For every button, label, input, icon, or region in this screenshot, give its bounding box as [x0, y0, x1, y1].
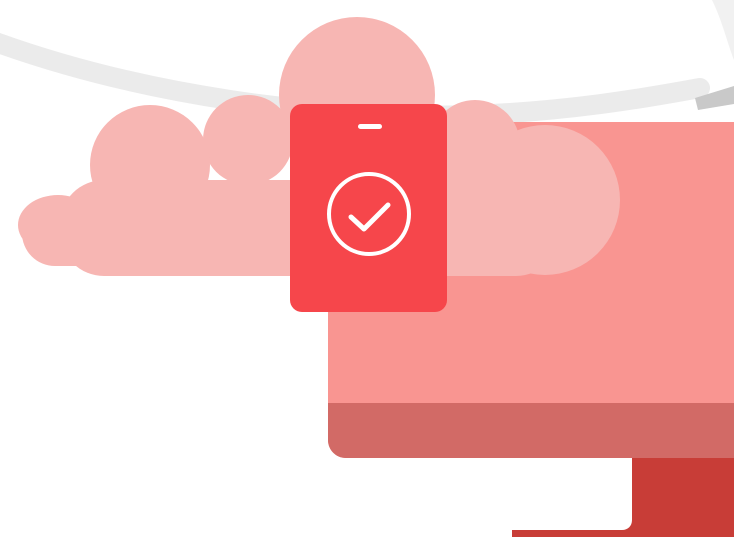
monitor-stand	[512, 455, 734, 537]
phone-speaker	[358, 124, 382, 129]
phone-icon	[290, 104, 447, 312]
illustration	[0, 0, 734, 537]
background-arc-top	[712, 0, 734, 60]
illustration-canvas	[0, 0, 734, 537]
